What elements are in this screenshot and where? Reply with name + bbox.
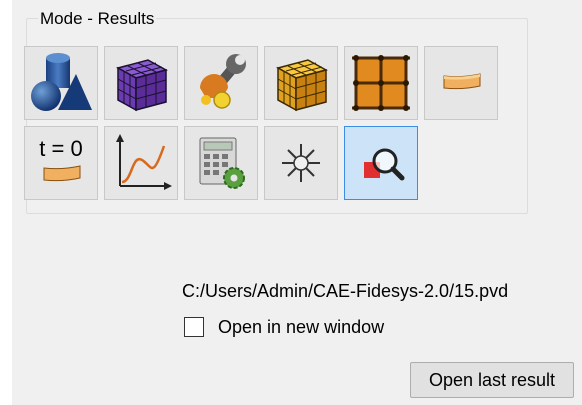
open-new-window-row[interactable]: Open in new window — [184, 316, 384, 338]
plot-curve-icon — [116, 134, 172, 190]
initial-state-button[interactable]: t = 0 — [24, 126, 98, 200]
group-title: Mode - Results — [38, 9, 157, 29]
settings-button[interactable] — [184, 46, 258, 120]
solid-button[interactable] — [264, 46, 338, 120]
results-panel: Mode - Results t = 0 C:/Users/Admin/CAE-… — [12, 0, 582, 405]
grid-frame-icon — [352, 55, 410, 111]
open-new-window-checkbox[interactable] — [184, 317, 204, 337]
open-last-result-button[interactable]: Open last result — [410, 362, 574, 398]
settings-wrench-icon — [200, 54, 246, 109]
beam-icon — [443, 73, 481, 90]
results-inspect-icon — [364, 148, 405, 181]
open-new-window-label: Open in new window — [218, 317, 385, 337]
geometry-button[interactable] — [24, 46, 98, 120]
t-zero-label: t = 0 — [39, 136, 82, 161]
initial-state-icon: t = 0 — [39, 136, 83, 182]
geometry-shapes-icon — [31, 53, 92, 111]
mesh-button[interactable] — [104, 46, 178, 120]
plot-button[interactable] — [104, 126, 178, 200]
solid-cube-icon — [276, 59, 328, 112]
sparkle-icon — [282, 144, 320, 182]
calculator-gear-icon — [199, 137, 245, 189]
grid-frame-button[interactable] — [344, 46, 418, 120]
results-inspect-button[interactable] — [344, 126, 418, 200]
beam-button[interactable] — [424, 46, 498, 120]
calculator-button[interactable] — [184, 126, 258, 200]
sparkle-button[interactable] — [264, 126, 338, 200]
mesh-cube-icon — [116, 59, 168, 112]
result-path: C:/Users/Admin/CAE-Fidesys-2.0/15.pvd — [182, 281, 509, 301]
